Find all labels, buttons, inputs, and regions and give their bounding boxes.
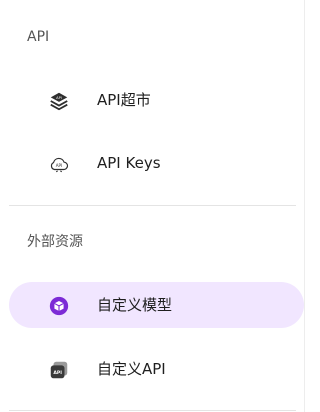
api-market-icon: API xyxy=(50,92,68,111)
section-title-api: API xyxy=(27,29,50,45)
api-keys-cloud-icon: API xyxy=(50,157,69,173)
section-title-external-resources: 外部资源 xyxy=(27,234,83,250)
sidebar-item-custom-api[interactable]: API 自定义API xyxy=(9,346,304,392)
svg-text:API: API xyxy=(56,163,63,168)
svg-text:API: API xyxy=(56,96,62,100)
sidebar: API API API超市 API API Keys 外部资源 自定义模型 AP… xyxy=(0,0,305,412)
section-divider xyxy=(9,410,296,411)
sidebar-item-api-keys[interactable]: API API Keys xyxy=(9,140,304,186)
custom-api-icon: API xyxy=(50,361,68,379)
sidebar-item-label: 自定义模型 xyxy=(97,296,173,314)
sidebar-item-api-market[interactable]: API API超市 xyxy=(9,77,304,123)
sidebar-item-custom-model[interactable]: 自定义模型 xyxy=(9,282,304,328)
sidebar-item-label: 自定义API xyxy=(97,360,166,378)
svg-text:API: API xyxy=(53,370,62,376)
sidebar-item-label: API Keys xyxy=(97,154,161,172)
custom-model-icon xyxy=(49,296,69,316)
section-divider xyxy=(9,205,296,206)
sidebar-item-label: API超市 xyxy=(97,91,151,109)
